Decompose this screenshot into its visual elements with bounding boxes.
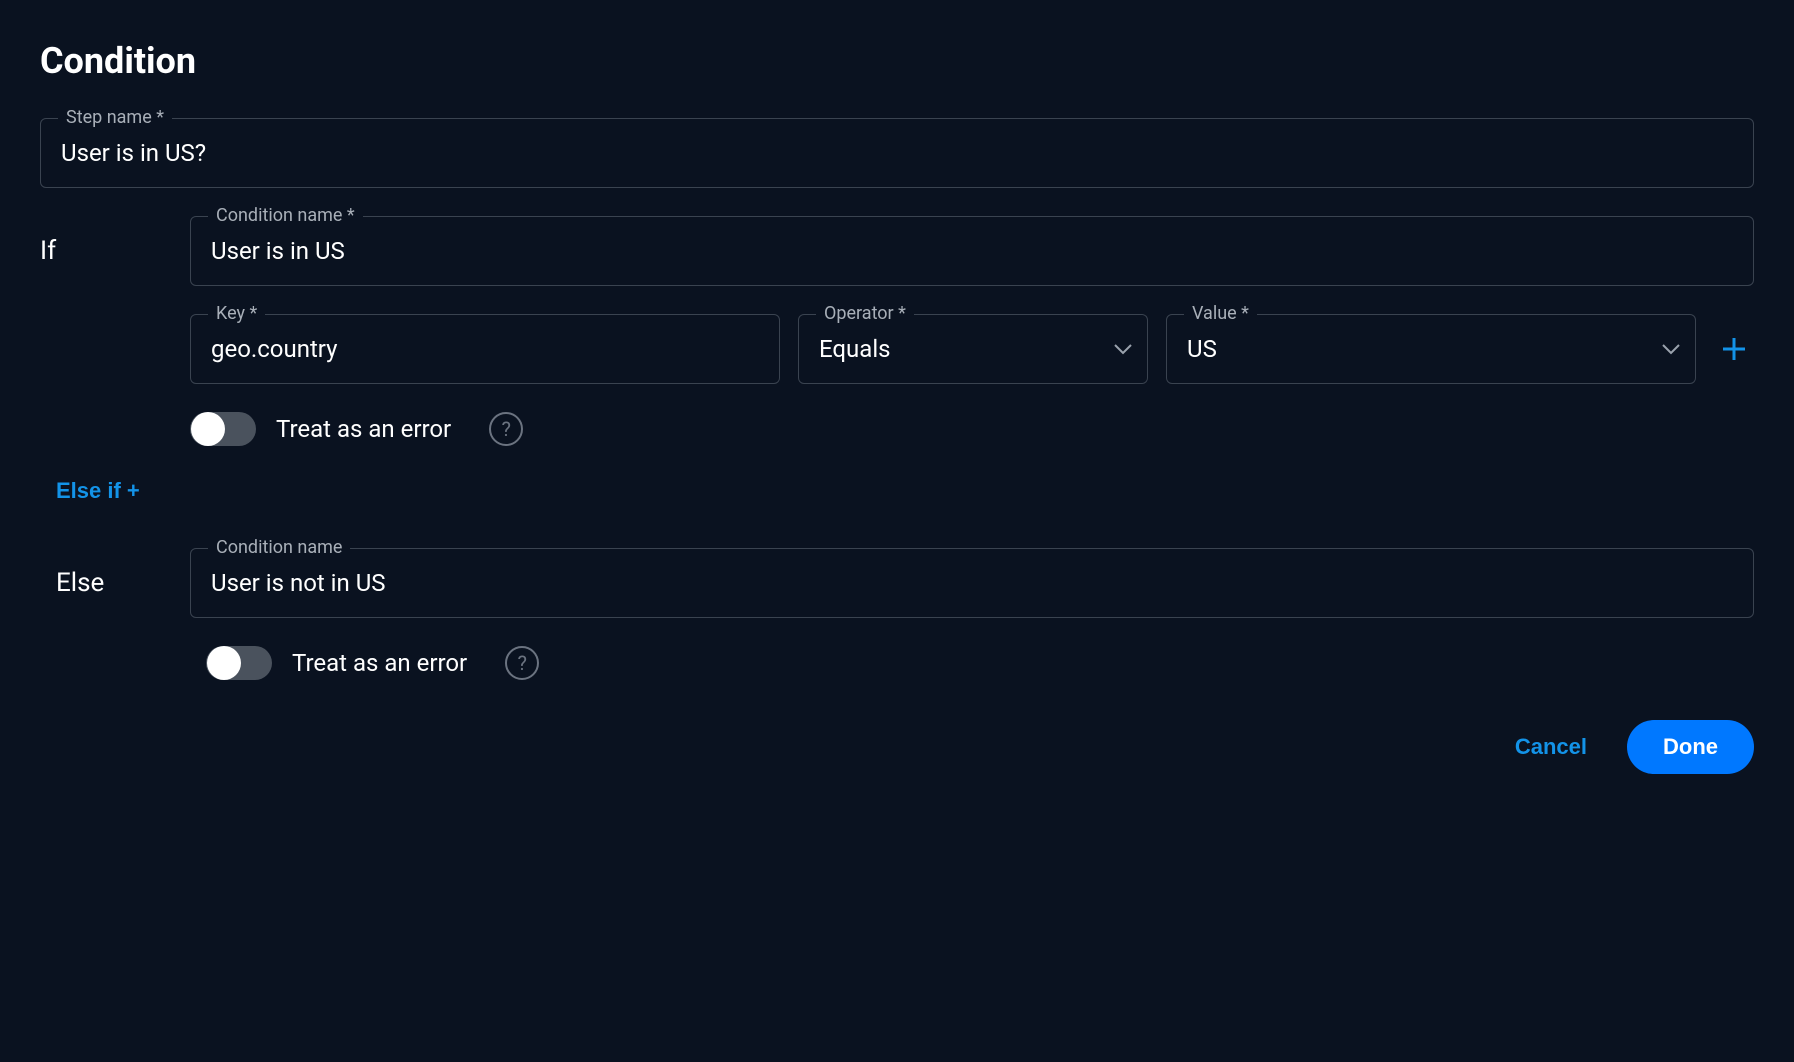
if-label: If bbox=[40, 236, 130, 266]
toggle-knob bbox=[207, 646, 241, 680]
plus-icon bbox=[1720, 335, 1748, 363]
key-label: Key * bbox=[208, 303, 265, 324]
if-treat-error-label: Treat as an error bbox=[276, 415, 451, 443]
help-icon[interactable]: ? bbox=[489, 412, 523, 446]
if-treat-error-row: Treat as an error ? bbox=[190, 412, 1754, 446]
operator-label: Operator * bbox=[816, 303, 914, 324]
else-treat-error-label: Treat as an error bbox=[292, 649, 467, 677]
add-rule-button[interactable] bbox=[1714, 329, 1754, 369]
cancel-button[interactable]: Cancel bbox=[1507, 722, 1595, 772]
else-condition-name-label: Condition name bbox=[208, 537, 350, 558]
operator-select[interactable] bbox=[798, 314, 1148, 384]
step-name-label: Step name * bbox=[58, 107, 172, 128]
page-title: Condition bbox=[40, 40, 1754, 82]
if-treat-error-toggle[interactable] bbox=[190, 412, 256, 446]
value-select[interactable] bbox=[1166, 314, 1696, 384]
key-input[interactable] bbox=[190, 314, 780, 384]
if-condition-name-field: Condition name * bbox=[190, 216, 1754, 286]
step-name-input[interactable] bbox=[40, 118, 1754, 188]
step-name-field: Step name * bbox=[40, 118, 1754, 188]
else-treat-error-toggle[interactable] bbox=[206, 646, 272, 680]
dialog-footer: Cancel Done bbox=[40, 720, 1754, 774]
if-condition-name-input[interactable] bbox=[190, 216, 1754, 286]
else-if-add-button[interactable]: Else if + bbox=[56, 474, 140, 508]
else-condition-name-field: Condition name bbox=[190, 548, 1754, 618]
else-condition-name-input[interactable] bbox=[190, 548, 1754, 618]
toggle-knob bbox=[191, 412, 225, 446]
else-treat-error-row: Treat as an error ? bbox=[206, 646, 1754, 680]
condition-rule-row: Key * Operator * Value * bbox=[190, 314, 1754, 384]
done-button[interactable]: Done bbox=[1627, 720, 1754, 774]
if-condition-name-label: Condition name * bbox=[208, 205, 363, 226]
else-label: Else bbox=[56, 568, 130, 598]
value-label: Value * bbox=[1184, 303, 1257, 324]
help-icon[interactable]: ? bbox=[505, 646, 539, 680]
